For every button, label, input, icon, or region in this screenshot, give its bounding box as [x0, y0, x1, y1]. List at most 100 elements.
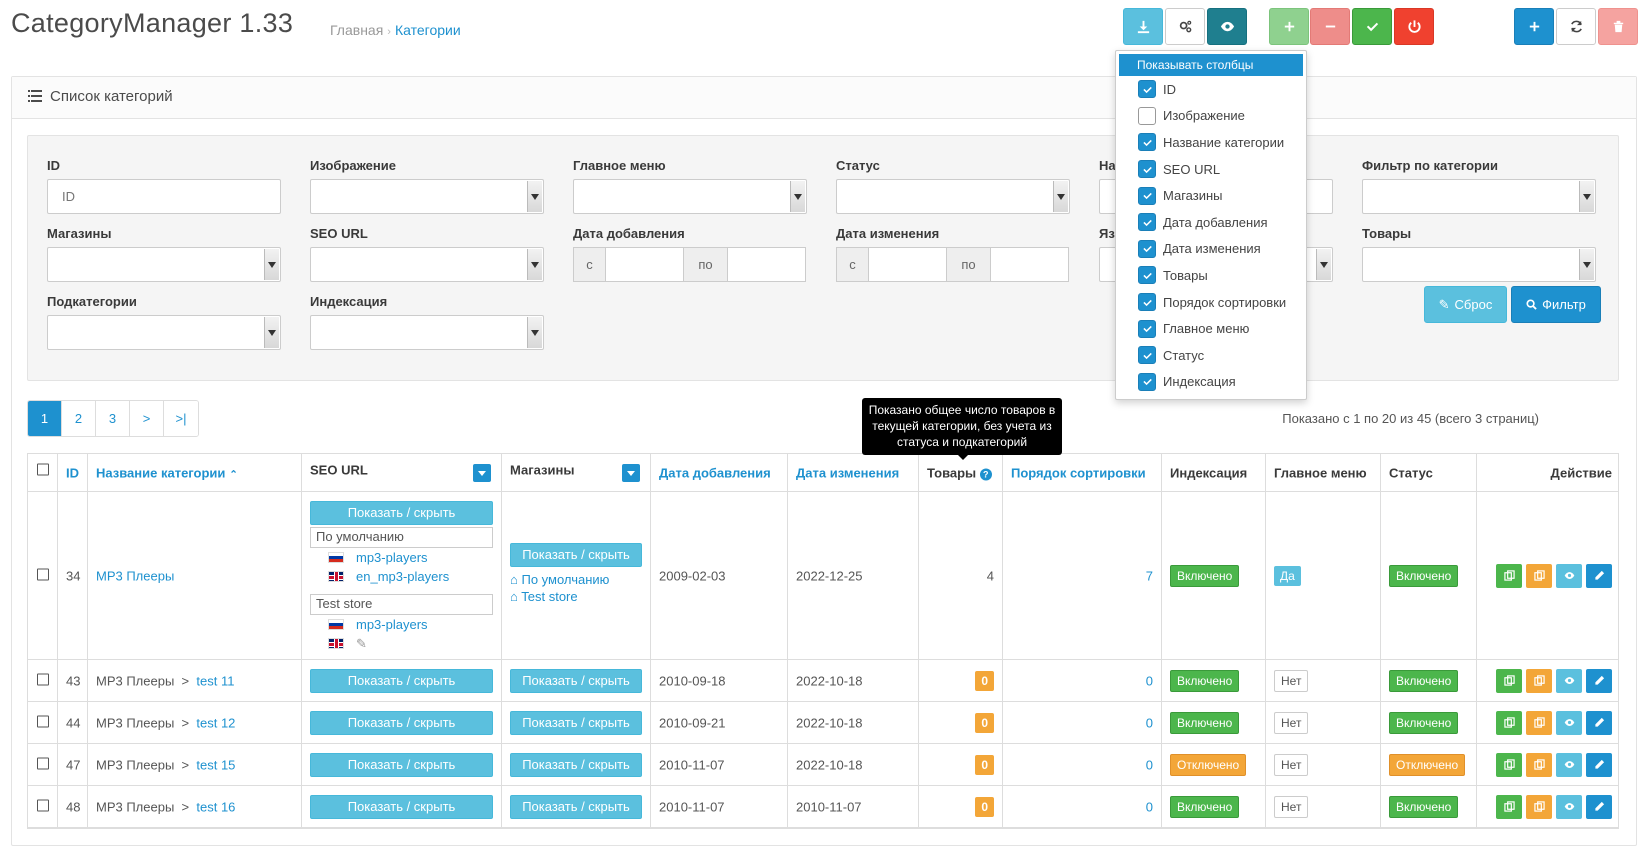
columns-button[interactable]: [1207, 8, 1247, 45]
filter-products-select[interactable]: [1362, 247, 1596, 282]
settings-button[interactable]: [1165, 8, 1205, 45]
filter-image-select[interactable]: [310, 179, 544, 214]
main-menu-badge[interactable]: Нет: [1274, 795, 1309, 818]
view-button[interactable]: [1556, 710, 1582, 735]
sort-id-link[interactable]: ID: [66, 465, 79, 480]
date-modified-from-input[interactable]: [869, 247, 947, 282]
filter-stores-select[interactable]: [47, 247, 281, 282]
indexing-badge[interactable]: Включено: [1170, 564, 1240, 587]
category-name-link[interactable]: MP3 Плееры: [96, 568, 174, 583]
checkbox-checked-icon[interactable]: [1138, 80, 1156, 99]
checkbox-checked-icon[interactable]: [1138, 266, 1156, 285]
filter-status-select[interactable]: [836, 179, 1070, 214]
pencil-icon[interactable]: ✎: [356, 636, 367, 651]
category-name-link[interactable]: test 16: [196, 799, 235, 814]
date-added-from-input[interactable]: [606, 247, 684, 282]
breadcrumb-categories[interactable]: Категории: [395, 22, 461, 38]
checkbox-checked-icon[interactable]: [1138, 372, 1156, 391]
duplicate-button[interactable]: [1526, 668, 1552, 693]
seo-url-toggle-button[interactable]: [473, 463, 491, 482]
view-button[interactable]: [1556, 752, 1582, 777]
column-option[interactable]: Дата добавления: [1116, 209, 1306, 236]
checkbox-checked-icon[interactable]: [1138, 346, 1156, 365]
disable-all-button[interactable]: [1310, 8, 1350, 45]
checkbox-checked-icon[interactable]: [1138, 239, 1156, 258]
category-name-link[interactable]: test 15: [196, 757, 235, 772]
filter-subcategories-select[interactable]: [47, 315, 281, 350]
edit-button[interactable]: [1586, 794, 1612, 819]
disable-button[interactable]: [1394, 8, 1434, 45]
seo-show-hide-button[interactable]: Показать / скрыть: [310, 752, 493, 777]
row-checkbox[interactable]: [37, 757, 49, 769]
duplicate-button[interactable]: [1526, 794, 1552, 819]
column-option[interactable]: Изображение: [1116, 103, 1306, 130]
page-3[interactable]: 3: [96, 401, 130, 436]
stores-show-hide-button[interactable]: Показать / скрыть: [510, 710, 642, 735]
row-checkbox[interactable]: [37, 568, 49, 580]
column-option[interactable]: SEO URL: [1116, 156, 1306, 183]
delete-button[interactable]: [1598, 8, 1638, 45]
date-modified-to-input[interactable]: [991, 247, 1069, 282]
page-next[interactable]: >: [130, 401, 164, 436]
category-name-link[interactable]: test 12: [196, 715, 235, 730]
checkbox-checked-icon[interactable]: [1138, 133, 1156, 152]
view-button[interactable]: [1556, 563, 1582, 588]
sort-date-added-link[interactable]: Дата добавления: [659, 465, 771, 480]
category-name-link[interactable]: test 11: [196, 673, 234, 688]
seo-show-hide-button[interactable]: Показать / скрыть: [310, 710, 493, 735]
copy-button[interactable]: [1496, 752, 1522, 777]
seo-url-link[interactable]: en_mp3-players: [356, 569, 449, 584]
duplicate-button[interactable]: [1526, 710, 1552, 735]
store-link[interactable]: Test store: [521, 589, 577, 604]
filter-category-select[interactable]: [1362, 179, 1596, 214]
sort-order-value[interactable]: 0: [1146, 799, 1153, 814]
main-menu-badge[interactable]: Нет: [1274, 753, 1309, 776]
indexing-badge[interactable]: Включено: [1170, 795, 1240, 818]
edit-button[interactable]: [1586, 668, 1612, 693]
main-menu-badge[interactable]: Нет: [1274, 669, 1309, 692]
sort-order-value[interactable]: 0: [1146, 673, 1153, 688]
column-option[interactable]: Название категории: [1116, 129, 1306, 156]
status-badge[interactable]: Включено: [1389, 711, 1459, 734]
seo-url-link[interactable]: mp3-players: [356, 550, 428, 565]
edit-button[interactable]: [1586, 752, 1612, 777]
indexing-badge[interactable]: Включено: [1170, 711, 1240, 734]
seo-url-link[interactable]: mp3-players: [356, 617, 428, 632]
duplicate-button[interactable]: [1526, 752, 1552, 777]
store-link[interactable]: По умолчанию: [521, 572, 609, 587]
copy-button[interactable]: [1496, 710, 1522, 735]
sort-order-value[interactable]: 0: [1146, 715, 1153, 730]
checkbox-checked-icon[interactable]: [1138, 213, 1156, 232]
column-option[interactable]: Порядок сортировки: [1116, 289, 1306, 316]
select-all-checkbox[interactable]: [37, 463, 49, 476]
status-badge[interactable]: Включено: [1389, 795, 1459, 818]
row-checkbox[interactable]: [37, 799, 49, 811]
column-option[interactable]: Главное меню: [1116, 315, 1306, 342]
checkbox-unchecked-icon[interactable]: [1138, 106, 1156, 125]
question-circle-icon[interactable]: ?: [979, 468, 992, 480]
checkbox-checked-icon[interactable]: [1138, 160, 1156, 179]
indexing-badge[interactable]: Отключено: [1170, 753, 1247, 776]
column-option[interactable]: Товары: [1116, 262, 1306, 289]
sort-date-modified-link[interactable]: Дата изменения: [796, 465, 899, 480]
indexing-badge[interactable]: Включено: [1170, 669, 1240, 692]
filter-seo-url-select[interactable]: [310, 247, 544, 282]
copy-button[interactable]: [1496, 794, 1522, 819]
refresh-button[interactable]: [1556, 8, 1596, 45]
sort-order-value[interactable]: 7: [1146, 568, 1153, 583]
stores-toggle-button[interactable]: [622, 463, 640, 482]
stores-show-hide-button[interactable]: Показать / скрыть: [510, 752, 642, 777]
status-badge[interactable]: Отключено: [1389, 753, 1466, 776]
seo-show-hide-button[interactable]: Показать / скрыть: [310, 794, 493, 819]
date-added-to-input[interactable]: [728, 247, 806, 282]
edit-button[interactable]: [1586, 563, 1612, 588]
filter-indexing-select[interactable]: [310, 315, 544, 350]
sort-name-link[interactable]: Название категории: [96, 465, 225, 480]
page-last[interactable]: >|: [164, 401, 198, 436]
export-button[interactable]: [1123, 8, 1163, 45]
reset-filter-button[interactable]: ✎ Сброс: [1424, 286, 1507, 323]
view-button[interactable]: [1556, 668, 1582, 693]
status-badge[interactable]: Включено: [1389, 669, 1459, 692]
apply-filter-button[interactable]: Фильтр: [1511, 286, 1601, 323]
column-option[interactable]: ID: [1116, 76, 1306, 103]
